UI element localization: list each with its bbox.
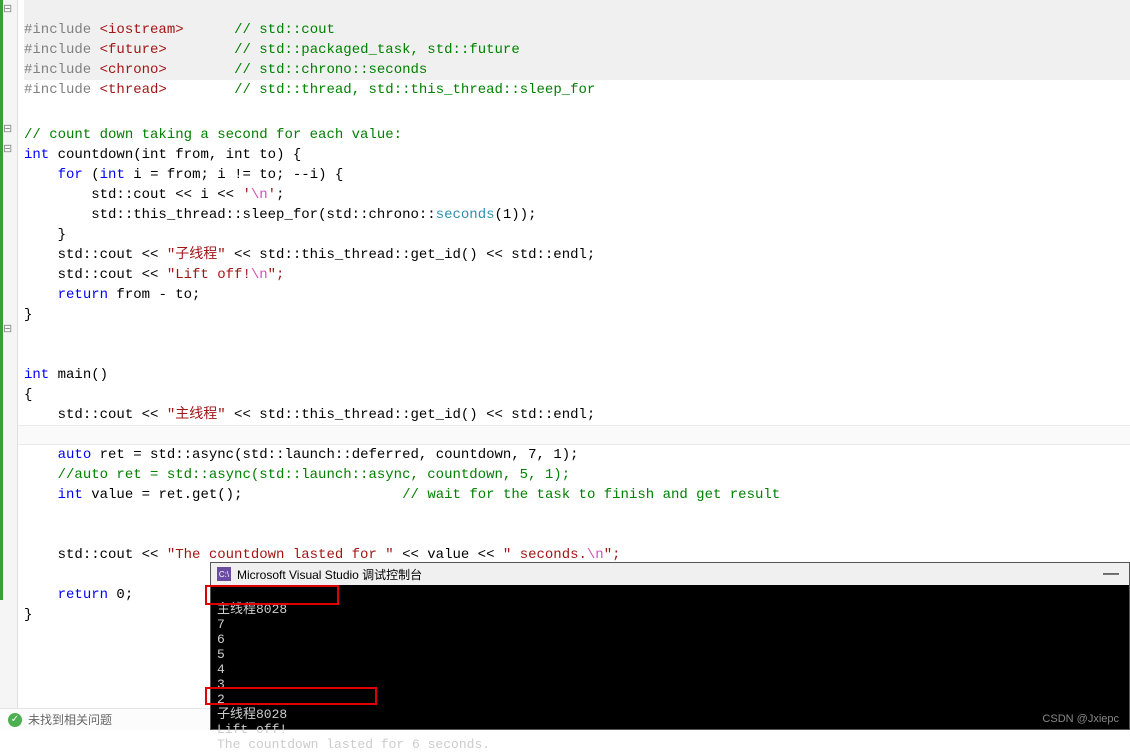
console-app-icon: C:\ (217, 567, 231, 581)
fold-icon[interactable]: ⊟ (3, 2, 12, 16)
status-bar: ✓ 未找到相关问题 (0, 708, 210, 730)
code-body: // count down taking a second for each v… (24, 105, 780, 625)
debug-console-window[interactable]: C:\ Microsoft Visual Studio 调试控制台 — 主线程8… (210, 562, 1130, 730)
include-block: #include <iostream> // std::cout #includ… (24, 0, 1130, 80)
fold-icon[interactable]: ⊟ (3, 142, 12, 156)
minimize-icon[interactable]: — (1103, 565, 1119, 583)
fold-icon[interactable]: ⊟ (3, 322, 12, 336)
console-title-text: Microsoft Visual Studio 调试控制台 (237, 566, 422, 583)
fold-icon[interactable]: ⊟ (3, 122, 12, 136)
status-text: 未找到相关问题 (28, 711, 112, 728)
watermark-text: CSDN @Jxiepc (1042, 713, 1119, 725)
code-editor[interactable]: ⊟ ⊟ ⊟ ⊟ #include <iostream> // std::cout… (0, 0, 1130, 730)
status-ok-icon: ✓ (8, 713, 22, 727)
console-titlebar[interactable]: C:\ Microsoft Visual Studio 调试控制台 — (211, 563, 1129, 585)
change-indicator (0, 0, 3, 600)
console-output: 主线程8028 7 6 5 4 3 2 子线程8028 Lift off! Th… (211, 585, 1129, 754)
